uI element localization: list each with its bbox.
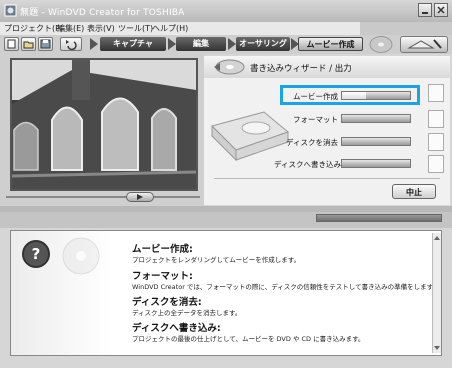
stage-capture-button[interactable]: キャプチャ xyxy=(100,37,166,51)
option-erase-checkbox[interactable] xyxy=(428,133,444,151)
info-movie-desc: プロジェクトをレンダリングしてムービーを作成します。 xyxy=(132,256,301,264)
disc-icon xyxy=(368,35,394,54)
option-erase-label[interactable]: ディスクを消去 xyxy=(284,137,338,148)
menu-help[interactable]: ヘルプ(H) xyxy=(152,22,188,35)
disc-icon xyxy=(212,58,246,76)
option-movie-fill xyxy=(342,92,366,99)
stop-button[interactable]: 中止 xyxy=(392,184,436,199)
option-format-bar[interactable] xyxy=(341,114,411,123)
stage-arrow-icon xyxy=(90,38,98,50)
info-movie-title: ムービー作成: xyxy=(132,244,193,255)
option-burn-label[interactable]: ディスクへ書き込み xyxy=(274,159,341,170)
status-strip xyxy=(0,206,452,228)
window-title: 無題 - WinDVD Creator for TOSHIBA xyxy=(20,8,185,18)
menu-bar-filler xyxy=(360,22,452,35)
option-erase-bar[interactable] xyxy=(341,137,411,146)
menu-bar: プロジェクト(P) 編集(E) 表示(V) ツール(T) ヘルプ(H) xyxy=(0,22,360,35)
minimize-button[interactable] xyxy=(418,3,432,17)
close-button[interactable] xyxy=(434,3,448,17)
toolbar: キャプチャ 編集 オーサリング ムービー作成 xyxy=(0,35,452,54)
strip-shadow xyxy=(0,206,452,212)
wizard-panel: ムービー作成 フォーマット ディスクを消去 ディスクへ書き込み 中止 xyxy=(204,78,450,205)
info-format-title: フォーマット: xyxy=(132,271,193,282)
title-bar: 無題 - WinDVD Creator for TOSHIBA xyxy=(0,0,452,22)
info-erase-desc: ディスク上の全データを消去します。 xyxy=(132,309,242,317)
preview-controls xyxy=(6,192,200,202)
option-movie-label[interactable]: ムービー作成 xyxy=(284,91,338,102)
option-burn-bar[interactable] xyxy=(341,159,411,168)
menu-view[interactable]: 表示(V) xyxy=(87,22,115,35)
divider xyxy=(214,178,440,179)
stage-authoring-button[interactable]: オーサリング xyxy=(236,37,290,51)
wizard-title: 書き込みウィザード / 出力 xyxy=(250,64,352,74)
output-device-button[interactable] xyxy=(400,36,448,53)
new-project-button[interactable] xyxy=(4,37,19,51)
info-scrollbar[interactable] xyxy=(432,233,441,353)
menu-tools[interactable]: ツール(T) xyxy=(118,22,153,35)
info-format-desc: WinDVD Creator では、フォーマットの際に、ディスクの信頼性をテスト… xyxy=(132,283,439,291)
video-preview xyxy=(10,58,198,191)
option-movie-bar[interactable] xyxy=(341,91,411,100)
stage-arrow-icon xyxy=(228,38,236,50)
info-erase-title: ディスクを消去: xyxy=(132,297,202,308)
option-burn-checkbox[interactable] xyxy=(428,155,444,173)
timeline-track xyxy=(6,196,200,198)
info-burn-desc: プロジェクトの最後の仕上げとして、ムービーを DVD や CD に書き込みます。 xyxy=(132,335,365,343)
option-format-checkbox[interactable] xyxy=(428,110,444,128)
wizard-header: 書き込みウィザード / 出力 xyxy=(204,56,450,78)
option-movie-checkbox[interactable] xyxy=(428,84,444,102)
info-panel: ? ムービー作成: プロジェクトをレンダリングしてムービーを作成します。 フォー… xyxy=(10,230,442,356)
undo-button[interactable] xyxy=(60,37,82,51)
stage-arrow-icon xyxy=(168,38,176,50)
overall-progress-bar xyxy=(316,214,442,222)
play-button[interactable] xyxy=(126,192,154,202)
save-project-button[interactable] xyxy=(38,37,53,51)
svg-text:?: ? xyxy=(32,245,41,263)
stage-edit-button[interactable]: 編集 xyxy=(176,37,226,51)
app-logo-icon xyxy=(4,4,17,17)
menu-project[interactable]: プロジェクト(P) xyxy=(4,22,63,35)
question-icon: ? xyxy=(21,239,51,269)
option-format-label[interactable]: フォーマット xyxy=(284,114,338,125)
open-project-button[interactable] xyxy=(21,37,36,51)
stage-movie-button[interactable]: ムービー作成 xyxy=(298,37,363,51)
menu-edit[interactable]: 編集(E) xyxy=(57,22,84,35)
disc-icon xyxy=(55,233,107,279)
info-burn-title: ディスクへ書き込み: xyxy=(132,323,221,334)
